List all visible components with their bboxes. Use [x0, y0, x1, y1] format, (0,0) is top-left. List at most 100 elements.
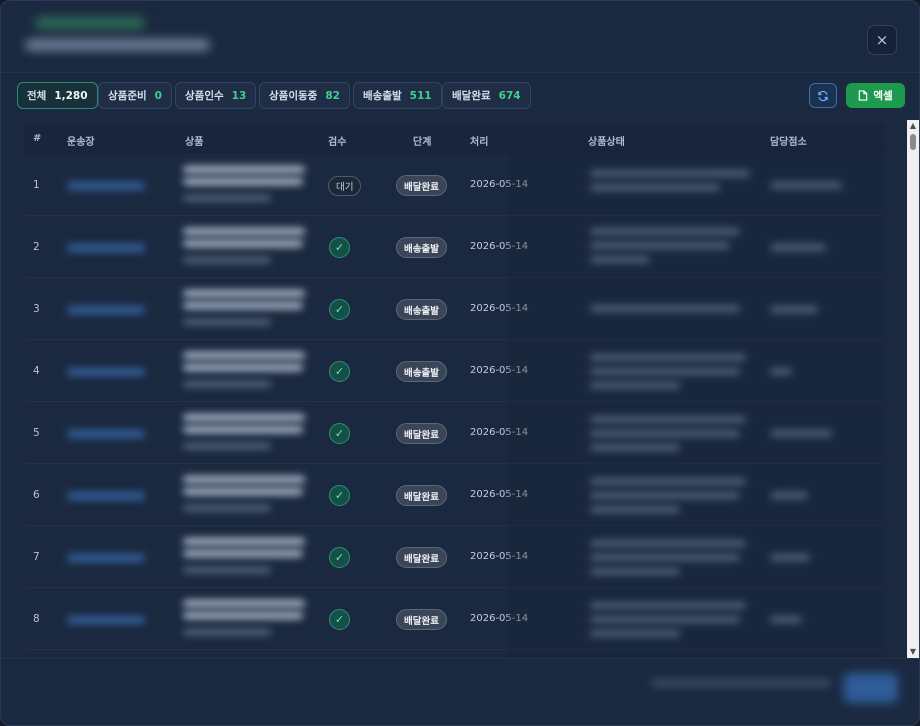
product-code-redacted	[183, 567, 271, 573]
product-code-redacted	[183, 195, 271, 201]
product-code-redacted	[183, 381, 271, 387]
table-scrollbar[interactable]: ▲ ▼	[907, 120, 919, 658]
stage-badge: 배송출발	[396, 299, 447, 320]
filter-chip-all[interactable]: 전체 1,280	[17, 82, 98, 109]
inspect-check-icon: ✓	[329, 361, 350, 382]
product-redacted	[183, 166, 305, 173]
row-index: 8	[33, 613, 40, 625]
shipment-modal: × 전체 1,280 상품준비 0 상품인수 13 상품이동중 82 배송출발 …	[0, 0, 920, 726]
filter-chip-label: 상품인수	[185, 90, 224, 102]
col-header-waybill: 운송장	[67, 137, 95, 148]
product-redacted	[183, 612, 303, 619]
filter-chip-label: 상품이동중	[269, 90, 318, 102]
col-header-product: 상품	[185, 137, 204, 148]
waybill-redacted	[67, 616, 145, 624]
col-header-processed: 처리	[470, 137, 489, 148]
footer-action-button[interactable]	[844, 673, 898, 703]
close-button[interactable]: ×	[867, 25, 897, 55]
waybill-redacted	[67, 306, 145, 314]
product-redacted	[183, 538, 305, 545]
redaction-overlay	[507, 150, 885, 658]
product-redacted	[183, 476, 305, 483]
filter-chip-out-for-delivery[interactable]: 배송출발 511	[353, 82, 442, 109]
product-redacted	[183, 414, 305, 421]
excel-export-button[interactable]: 엑셀	[846, 83, 905, 108]
scrollbar-thumb[interactable]	[910, 134, 916, 150]
col-header-inspect: 검수	[328, 137, 347, 148]
filter-chip-count: 1,280	[54, 89, 88, 102]
product-redacted	[183, 290, 305, 297]
product-redacted	[183, 302, 303, 309]
inspect-check-icon: ✓	[329, 237, 350, 258]
product-redacted	[183, 550, 303, 557]
refresh-button[interactable]	[809, 83, 837, 108]
waybill-redacted	[67, 492, 145, 500]
refresh-icon	[818, 90, 828, 101]
filter-chip-received[interactable]: 상품인수 13	[175, 82, 257, 109]
filter-chip-label: 상품준비	[108, 90, 147, 102]
row-index: 2	[33, 241, 40, 253]
waybill-redacted	[67, 244, 145, 252]
product-code-redacted	[183, 319, 271, 325]
inspect-check-icon: ✓	[329, 609, 350, 630]
stage-badge: 배송출발	[396, 361, 447, 382]
product-code-redacted	[183, 257, 271, 263]
modal-header: ×	[1, 1, 919, 73]
scroll-up-arrow-icon[interactable]: ▲	[907, 120, 919, 132]
filter-chip-delivered[interactable]: 배달완료 674	[442, 82, 531, 109]
waybill-redacted	[67, 182, 145, 190]
inspect-check-icon: ✓	[329, 423, 350, 444]
row-index: 3	[33, 303, 40, 315]
filter-chip-label: 배송출발	[363, 90, 402, 102]
product-code-redacted	[183, 629, 271, 635]
stage-badge: 배달완료	[396, 609, 447, 630]
excel-button-label: 엑셀	[873, 90, 893, 102]
product-redacted	[183, 600, 305, 607]
row-index: 7	[33, 551, 40, 563]
stage-badge: 배달완료	[396, 547, 447, 568]
modal-footer	[1, 658, 919, 725]
inspect-check-icon: ✓	[329, 547, 350, 568]
filter-chip-count: 13	[231, 89, 247, 102]
product-redacted	[183, 352, 305, 359]
filter-chip-count: 0	[154, 89, 162, 102]
stage-badge: 배달완료	[396, 175, 447, 196]
stage-badge: 배달완료	[396, 423, 447, 444]
footer-info-redacted	[651, 679, 831, 687]
product-redacted	[183, 364, 303, 371]
waybill-redacted	[67, 430, 145, 438]
stage-badge: 배송출발	[396, 237, 447, 258]
inspect-pending-badge: 대기	[328, 176, 362, 196]
product-redacted	[183, 240, 303, 247]
row-index: 5	[33, 427, 40, 439]
filter-chip-preparing[interactable]: 상품준비 0	[98, 82, 172, 109]
inspect-check-icon: ✓	[329, 299, 350, 320]
filter-chip-in-transit[interactable]: 상품이동중 82	[259, 82, 350, 109]
product-redacted	[183, 228, 305, 235]
product-redacted	[183, 488, 303, 495]
product-redacted	[183, 426, 303, 433]
inspect-check-icon: ✓	[329, 485, 350, 506]
row-index: 6	[33, 489, 40, 501]
row-index: 1	[33, 179, 40, 191]
product-redacted	[183, 178, 303, 185]
col-header-branch: 담당점소	[770, 137, 807, 148]
shipment-table: # 운송장 상품 검수 단계 처리 상품상태 담당점소 1 대기 배달완료 20…	[1, 120, 907, 658]
product-code-redacted	[183, 443, 271, 449]
filter-chip-label: 전체	[27, 90, 47, 102]
filter-toolbar: 전체 1,280 상품준비 0 상품인수 13 상품이동중 82 배송출발 51…	[1, 73, 919, 119]
filter-chip-count: 82	[325, 89, 340, 102]
scroll-down-arrow-icon[interactable]: ▼	[907, 646, 919, 658]
col-header-product-status: 상품상태	[588, 137, 625, 148]
close-icon: ×	[875, 31, 889, 49]
row-index: 4	[33, 365, 40, 377]
waybill-redacted	[67, 554, 145, 562]
filter-chip-count: 674	[498, 89, 521, 102]
file-icon	[859, 90, 868, 101]
waybill-redacted	[67, 368, 145, 376]
modal-title-redacted	[25, 15, 215, 59]
col-header-stage: 단계	[413, 137, 432, 148]
product-code-redacted	[183, 505, 271, 511]
stage-badge: 배달완료	[396, 485, 447, 506]
filter-chip-count: 511	[409, 89, 432, 102]
